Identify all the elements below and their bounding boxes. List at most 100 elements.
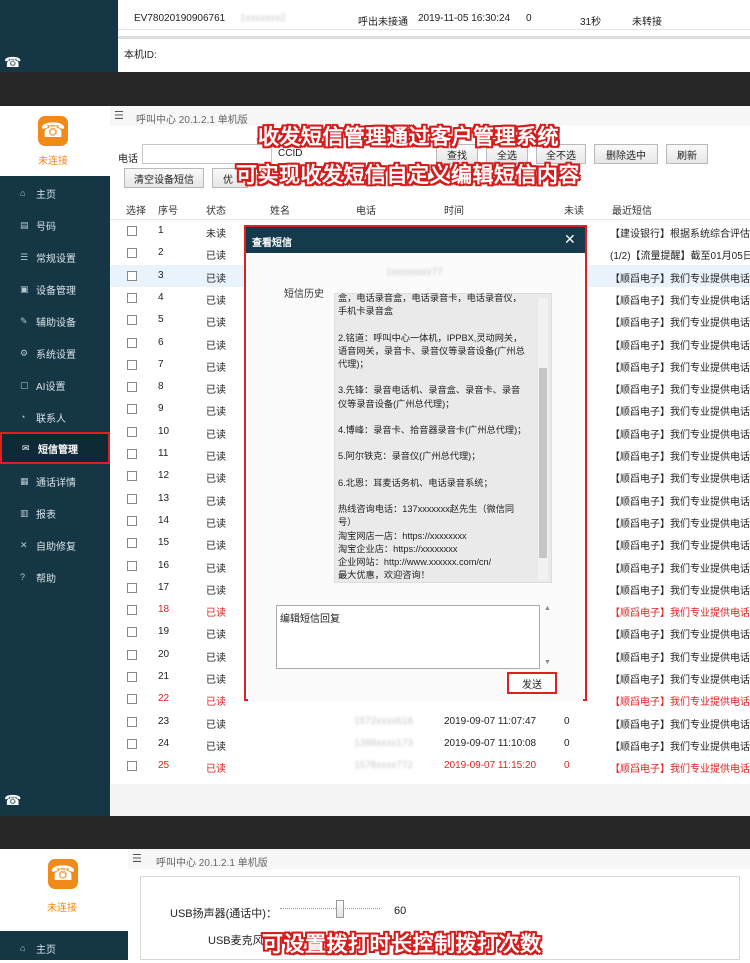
- row-checkbox[interactable]: [127, 248, 137, 259]
- clear-device-sms-button[interactable]: 清空设备短信: [124, 168, 204, 188]
- send-button[interactable]: 发送: [507, 672, 557, 694]
- row-checkbox[interactable]: [127, 426, 137, 437]
- horizontal-scrollbar[interactable]: [118, 36, 750, 39]
- row-checkbox[interactable]: [127, 359, 137, 370]
- row-status: 已读: [206, 273, 226, 285]
- row-recent-sms: 【顺舀电子】我们专业提供电话录: [610, 318, 750, 330]
- row-status: 已读: [206, 608, 226, 620]
- row-number: 10: [158, 425, 170, 437]
- history-scrollbar[interactable]: [538, 298, 548, 580]
- speaker-label: USB扬声器(通话中)：: [170, 908, 277, 920]
- phone-icon: ☎: [4, 54, 22, 70]
- reply-textarea[interactable]: 编辑短信回复: [276, 605, 540, 669]
- row-number: 24: [158, 737, 170, 749]
- row-recent-sms: 【顺舀电子】我们专业提供电话录: [610, 407, 750, 419]
- message-icon: ✉: [22, 442, 30, 453]
- status-logo-area: ☎ 未连接: [0, 106, 110, 176]
- phone-icon: ☎: [4, 792, 22, 808]
- row-checkbox[interactable]: [127, 672, 137, 682]
- person-icon: ◔: [20, 412, 26, 422]
- row-checkbox[interactable]: [127, 538, 137, 549]
- row-recent-sms: 【顺舀电子】我们专业提供电话录: [610, 741, 750, 753]
- call-detail-icon: ▦: [20, 475, 29, 486]
- row-checkbox[interactable]: [127, 404, 137, 415]
- dialog-title: 查看短信: [252, 238, 292, 249]
- sidebar-item-sms-management[interactable]: ✉ 短信管理: [0, 432, 110, 464]
- row-checkbox[interactable]: [127, 292, 137, 303]
- menu-icon[interactable]: ☰: [132, 852, 142, 865]
- call-log-row[interactable]: EV78020190906761 1xxxxxxx2 呼出未接通 2019-11…: [118, 6, 750, 30]
- row-recent-sms: 【顺舀电子】我们专业提供电话录: [610, 563, 750, 575]
- col-phone: 电话: [356, 206, 376, 217]
- sidebar-item-device-management[interactable]: ▣ 设备管理: [0, 274, 110, 304]
- row-time: 2019-09-07 11:10:08: [444, 737, 537, 749]
- home-icon: ⌂: [20, 943, 26, 953]
- contact-card-icon: ▤: [20, 219, 29, 230]
- row-unread: 0: [564, 760, 570, 772]
- row-checkbox[interactable]: [127, 694, 137, 705]
- gear-icon: ⚙: [20, 347, 29, 358]
- row-status: 已读: [206, 719, 226, 731]
- row-number: 9: [158, 403, 164, 415]
- row-checkbox[interactable]: [127, 493, 137, 504]
- sidebar-item-call-details[interactable]: ▦ 通话详情: [0, 466, 110, 496]
- row-checkbox[interactable]: [127, 605, 137, 616]
- row-checkbox[interactable]: [127, 270, 137, 281]
- help-icon: ?: [20, 572, 26, 582]
- table-row[interactable]: 23 已读 1572xxxx618 2019-09-07 11:07:47 0 【顺舀电子…: [110, 711, 750, 733]
- close-icon[interactable]: ✕: [564, 231, 576, 248]
- row-status: 已读: [206, 474, 226, 486]
- col-status: 状态: [206, 206, 226, 217]
- sidebar-item-numbers[interactable]: ▤ 号码: [0, 210, 110, 240]
- separator-band: [0, 816, 750, 849]
- scroll-up-icon[interactable]: ▲: [544, 605, 551, 612]
- row-checkbox[interactable]: [127, 337, 137, 348]
- row-recent-sms: 【顺舀电子】我们专业提供电话录: [610, 630, 750, 642]
- table-row[interactable]: 24 已读 1388xxxx173 2019-09-07 11:10:08 0 【顺舀电子…: [110, 733, 750, 755]
- call-duration: 31秒: [580, 17, 602, 28]
- top-panel: EV78020190906761 1xxxxxxx2 呼出未接通 2019-11…: [118, 0, 750, 72]
- sidebar-item-help[interactable]: ? 帮助: [0, 562, 110, 592]
- scroll-down-icon[interactable]: ▼: [544, 659, 551, 666]
- sidebar-item-home[interactable]: ⌂ 主页: [0, 178, 110, 208]
- delete-selected-button[interactable]: 删除选中: [594, 144, 658, 164]
- sidebar-item-contacts[interactable]: ◔ 联系人: [0, 402, 110, 432]
- sidebar-item-self-repair[interactable]: ✕ 自助修复: [0, 530, 110, 560]
- row-checkbox[interactable]: [127, 449, 137, 459]
- table-row[interactable]: 25 已读 1578xxxx772 2019-09-07 11:15:20 0 【顺舀电子…: [110, 755, 750, 777]
- sidebar-item-general-settings[interactable]: ☰ 常规设置: [0, 242, 110, 272]
- row-checkbox[interactable]: [127, 515, 137, 526]
- separator-band: [0, 72, 750, 106]
- speaker-slider-thumb[interactable]: [336, 900, 344, 918]
- row-checkbox[interactable]: [127, 627, 137, 638]
- row-checkbox[interactable]: [127, 716, 137, 727]
- sidebar-item-ai-settings[interactable]: ▢ AI设置: [0, 370, 110, 400]
- row-recent-sms: 【顺舀电子】我们专业提供电话录: [610, 652, 750, 664]
- sidebar-item-home[interactable]: ⌂ 主页: [0, 933, 128, 963]
- row-checkbox[interactable]: [127, 560, 137, 571]
- row-number: 7: [158, 358, 164, 370]
- sidebar-item-reports[interactable]: ▥ 报表: [0, 498, 110, 528]
- row-recent-sms: 【顺舀电子】我们专业提供电话录: [610, 697, 750, 709]
- row-checkbox[interactable]: [127, 761, 137, 772]
- row-checkbox[interactable]: [127, 649, 137, 660]
- row-number: 4: [158, 291, 164, 303]
- row-number: 17: [158, 581, 170, 593]
- row-checkbox[interactable]: [127, 471, 137, 482]
- refresh-button[interactable]: 刷新: [666, 144, 708, 164]
- row-checkbox[interactable]: [127, 226, 137, 236]
- call-id: EV78020190906761: [134, 13, 226, 24]
- menu-icon[interactable]: ☰: [114, 109, 124, 122]
- row-checkbox[interactable]: [127, 582, 137, 593]
- sidebar-item-aux-devices[interactable]: ✎ 辅助设备: [0, 306, 110, 336]
- row-checkbox[interactable]: [127, 738, 137, 749]
- speaker-slider-track[interactable]: [280, 908, 380, 910]
- row-number: 2: [158, 247, 164, 259]
- row-status: 已读: [206, 741, 226, 753]
- col-select: 选择: [126, 206, 146, 217]
- row-checkbox[interactable]: [127, 382, 137, 393]
- row-checkbox[interactable]: [127, 315, 137, 326]
- sidebar-item-system-settings[interactable]: ⚙ 系统设置: [0, 338, 110, 368]
- row-recent-sms: (1/2)【流量提醒】截至01月05日: [610, 251, 750, 263]
- history-scrollbar-thumb[interactable]: [539, 368, 547, 558]
